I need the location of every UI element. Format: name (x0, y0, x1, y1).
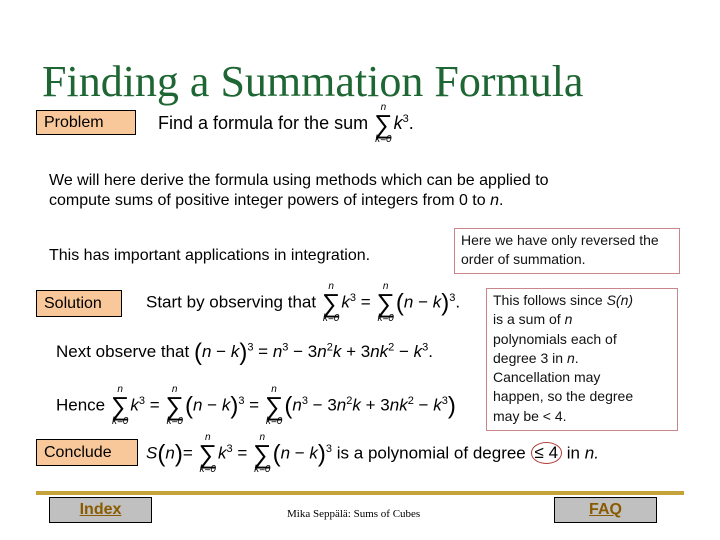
sum-symbol: n ∑ k=0 (374, 102, 393, 145)
summand: k (393, 112, 403, 133)
index-button[interactable]: Index (49, 497, 152, 523)
problem-statement: Find a formula for the sum n ∑ k=0 k3. (158, 102, 414, 145)
solution-label: Solution (36, 290, 122, 317)
conclude-label: Conclude (36, 439, 138, 466)
sum-symbol: n ∑ k=0 (321, 281, 341, 324)
conclude-equation: S(n)= n ∑ k=0 k3 = n ∑ k=0 (n − k)3 is a polyn… (146, 432, 599, 475)
footer-credit: Mika Seppälä: Sums of Cubes (287, 508, 421, 520)
sum-symbol: n ∑ k=0 (165, 384, 184, 427)
sum-symbol: n ∑ k=0 (376, 281, 395, 324)
note-degree: This follows since S(n) is a sum of n po… (486, 288, 678, 431)
sum-symbol: n ∑ k=0 (264, 384, 284, 427)
problem-text: Find a formula for the sum (158, 112, 369, 133)
sum-symbol: n ∑ k=0 (198, 432, 218, 475)
solution-equation-3: Hence n ∑ k=0 k3 = n ∑ k=0 (n − k)3 = n ∑ k=0 (n3… (56, 384, 456, 427)
faq-button[interactable]: FAQ (554, 497, 657, 523)
sum-symbol: n ∑ k=0 (253, 432, 272, 475)
problem-label: Problem (36, 110, 136, 135)
sum-symbol: n ∑ k=0 (110, 384, 130, 427)
solution-equation-2: Next observe that (n − k)3 = n3 − 3n2k +… (56, 339, 434, 366)
problem-label-text: Problem (44, 113, 104, 131)
degree-circle: ≤ 4 (530, 442, 563, 465)
intro-line-1: We will here derive the formula using me… (49, 172, 549, 189)
solution-equation-1: Start by observing that n ∑ k=0 k3 = n ∑ k=0(… (146, 281, 461, 324)
intro-line-2: compute sums of positive integer powers … (49, 192, 504, 209)
page-title: Finding a Summation Formula (42, 57, 584, 106)
footer-divider (36, 491, 684, 495)
note-reversed-summation: Here we have only reversed the order of … (454, 228, 680, 274)
conclude-label-text: Conclude (44, 443, 112, 461)
solution-label-text: Solution (44, 294, 102, 312)
applications-text: This has important applications in integ… (49, 247, 371, 264)
